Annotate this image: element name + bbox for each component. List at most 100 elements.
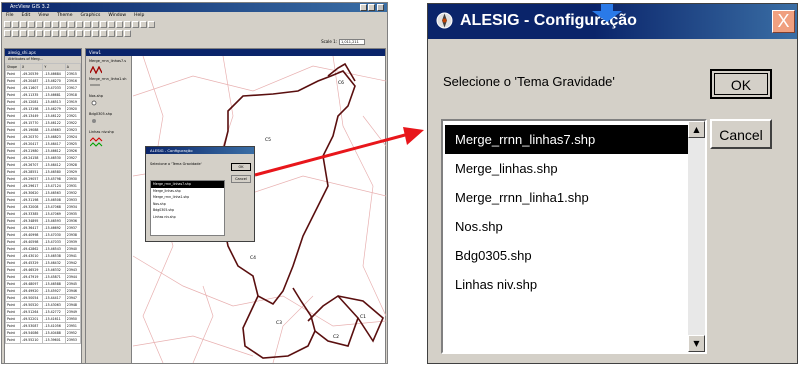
view-window-title[interactable]: View1 (86, 49, 385, 56)
text-icon[interactable] (92, 30, 99, 37)
legend-item-3[interactable]: Nos.shp (89, 94, 103, 98)
table-row[interactable]: Point -49.29617 -15.47124 23931 (4, 182, 82, 190)
clear-selection-icon[interactable] (140, 21, 147, 28)
scroll-down-icon[interactable]: ▼ (688, 335, 705, 352)
ok-button[interactable]: OK (710, 69, 772, 99)
measure-icon[interactable] (60, 30, 67, 37)
close-icon[interactable] (377, 4, 384, 11)
table-row[interactable]: Point -49.33385 -15.47069 23935 (4, 210, 82, 218)
cancel-button[interactable]: Cancel (710, 119, 772, 149)
table-row[interactable]: Point -49.29057 -15.45798 23930 (4, 175, 82, 183)
vertex-icon[interactable] (20, 30, 27, 37)
help-icon[interactable] (148, 21, 155, 28)
table-row[interactable]: Point -49.49920 -15.45927 23946 (4, 287, 82, 295)
table-column-header[interactable]: A (64, 63, 82, 71)
table-row[interactable]: Point -49.51264 -15.42772 23949 (4, 308, 82, 316)
custom-tool-icon[interactable] (116, 30, 123, 37)
table-row[interactable]: Point -49.53087 -15.41056 23951 (4, 322, 82, 330)
table-row[interactable]: Point -49.12081 -15.46513 23919 (4, 98, 82, 106)
close-button[interactable]: X (772, 10, 795, 33)
menu-graphics[interactable]: Graphics (80, 12, 100, 20)
table-row[interactable]: Point -49.28551 -15.46580 23929 (4, 168, 82, 176)
legend-item-4[interactable]: Bdg0305.shp (89, 112, 112, 116)
table-column-header[interactable]: Y (42, 63, 66, 71)
draw-icon[interactable] (100, 30, 107, 37)
zoom-in-tool-icon[interactable] (36, 30, 43, 37)
area-of-interest-icon[interactable] (76, 30, 83, 37)
print-icon[interactable] (20, 21, 27, 28)
legend-item-2[interactable]: Merge_rrnn_linha1.sh (89, 77, 127, 81)
theme-list-item[interactable]: Nos.shp (445, 212, 688, 241)
table-row[interactable]: Point -49.30620 -15.46563 23932 (4, 189, 82, 197)
theme-list-item[interactable]: Merge_linhas.shp (445, 154, 688, 183)
table-row[interactable]: Point -49.34895 -15.46593 23936 (4, 217, 82, 225)
table-row[interactable]: Point -49.20487 -15.46270 23916 (4, 77, 82, 85)
copy-icon[interactable] (36, 21, 43, 28)
menu-view[interactable]: View (38, 12, 49, 20)
table-row[interactable]: Point -49.11335 -15.46681 23918 (4, 91, 82, 99)
pan-icon[interactable] (52, 30, 59, 37)
mini-ok-button[interactable]: OK (231, 163, 251, 171)
menu-file[interactable]: File (6, 12, 14, 20)
theme-list-item[interactable]: Bdg0305.shp (445, 241, 688, 270)
maximize-icon[interactable] (368, 4, 375, 11)
save-icon[interactable] (12, 21, 19, 28)
table-icon[interactable] (52, 21, 59, 28)
legend-item-5[interactable]: Linhas niv.shp (89, 130, 114, 134)
zoom-out-icon[interactable] (116, 21, 123, 28)
table-row[interactable]: Point -49.31198 -15.46508 23933 (4, 196, 82, 204)
zoom-in-icon[interactable] (108, 21, 115, 28)
theme-list-item[interactable]: Merge_rrnn_linha1.shp (445, 183, 688, 212)
table-row[interactable]: Point -49.24158 -15.46530 23927 (4, 154, 82, 162)
table-row[interactable]: Point -49.40998 -15.47030 23938 (4, 231, 82, 239)
find-icon[interactable] (76, 21, 83, 28)
menu-help[interactable]: Help (134, 12, 144, 20)
table-row[interactable]: Point -49.36417 -15.46692 23937 (4, 224, 82, 232)
snap-icon[interactable] (108, 30, 115, 37)
theme-listbox[interactable]: Merge_rrnn_linhas7.shp Merge_linhas.shp … (441, 119, 707, 354)
table-row[interactable]: Point -49.48097 -15.46588 23945 (4, 280, 82, 288)
table-row[interactable]: Point -49.43010 -15.46538 23941 (4, 252, 82, 260)
table-window-title[interactable]: alesig_shi.aps (5, 49, 81, 56)
vertical-scrollbar[interactable]: ▲ ▼ (688, 121, 705, 352)
cut-icon[interactable] (28, 21, 35, 28)
table-row[interactable]: Point -49.50520 -15.43063 23948 (4, 301, 82, 309)
table-row[interactable]: Point -49.20370 -15.46823 23924 (4, 133, 82, 141)
paste-icon[interactable] (44, 21, 51, 28)
zoom-full-icon[interactable] (84, 21, 91, 28)
mini-list-item[interactable]: Linhas niv.shp (151, 214, 224, 221)
menu-edit[interactable]: Edit (22, 12, 31, 20)
table-row[interactable]: Point -49.54086 -15.40488 23952 (4, 329, 82, 337)
table-column-header[interactable]: Shape (4, 63, 22, 71)
zoom-out-tool-icon[interactable] (44, 30, 51, 37)
table-row[interactable]: Point -49.55210 -15.39601 23953 (4, 336, 82, 344)
table-row[interactable]: Point -49.47919 -15.45871 23944 (4, 273, 82, 281)
mini-cancel-button[interactable]: Cancel (231, 175, 251, 183)
table-row[interactable]: Point -49.40598 -15.47033 23939 (4, 238, 82, 246)
scale-input[interactable]: 1,011,211 (339, 39, 365, 45)
custom-tool-2-icon[interactable] (124, 30, 131, 37)
legend-item-1[interactable]: Merge_rrnn_linhas7.s (89, 59, 126, 63)
table-row[interactable]: Point -49.13198 -15.46279 23920 (4, 105, 82, 113)
new-icon[interactable] (4, 21, 11, 28)
minimize-icon[interactable] (360, 4, 367, 11)
previous-extent-icon[interactable] (124, 21, 131, 28)
table-column-header[interactable]: X (20, 63, 44, 71)
query-icon[interactable] (68, 21, 75, 28)
zoom-selected-icon[interactable] (100, 21, 107, 28)
table-row[interactable]: Point -49.52201 -15.41611 23950 (4, 315, 82, 323)
hotlink-icon[interactable] (68, 30, 75, 37)
table-row[interactable]: Point -49.32008 -15.47068 23934 (4, 203, 82, 211)
menu-theme[interactable]: Theme (57, 12, 73, 20)
legend-icon[interactable] (60, 21, 67, 28)
table-row[interactable]: Point -49.11607 -15.47033 23917 (4, 84, 82, 92)
menu-window[interactable]: Window (108, 12, 126, 20)
identify-icon[interactable] (12, 30, 19, 37)
select-feature-icon[interactable] (28, 30, 35, 37)
table-row[interactable]: Point -49.26707 -15.46412 23928 (4, 161, 82, 169)
table-row[interactable]: Point -49.50054 -15.44417 23947 (4, 294, 82, 302)
table-row[interactable]: Point -49.20417 -15.46417 23925 (4, 140, 82, 148)
table-row[interactable]: Point -49.15770 -15.46122 23922 (4, 119, 82, 127)
label-icon[interactable] (84, 30, 91, 37)
table-row[interactable]: Point -49.21980 -15.46612 23926 (4, 147, 82, 155)
